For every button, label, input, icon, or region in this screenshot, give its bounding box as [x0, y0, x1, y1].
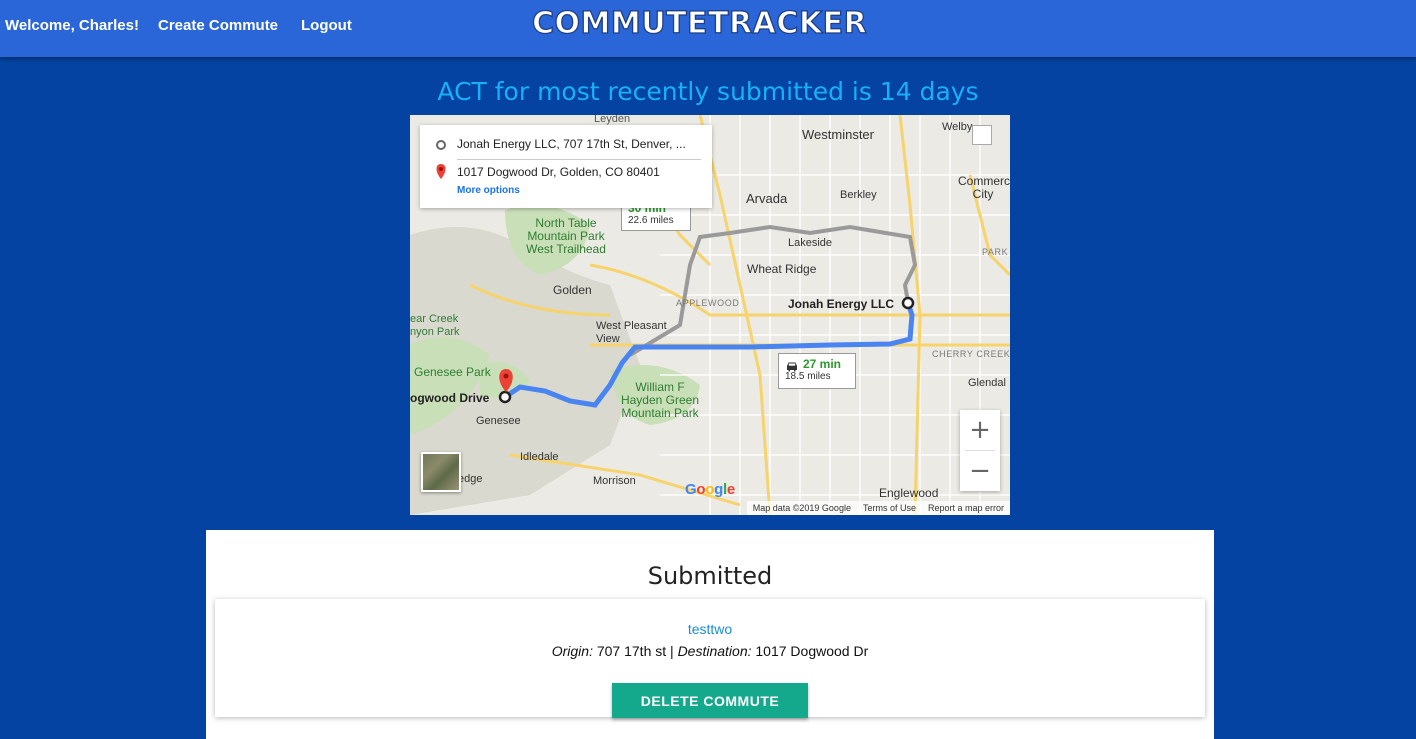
place-label: ear Creek nyon Park [410, 313, 460, 338]
map-data-text: Map data ©2019 Google [752, 503, 851, 513]
place-label: Glendal [968, 377, 1006, 389]
fullscreen-icon[interactable] [972, 125, 992, 145]
origin-circle-icon [436, 140, 446, 150]
place-label: APPLEWOOD [676, 298, 740, 308]
zoom-in-button[interactable]: + [960, 410, 1000, 450]
directions-panel: Jonah Energy LLC, 707 17th St, Denver, .… [420, 125, 712, 208]
satellite-toggle[interactable] [421, 452, 461, 492]
separator: | [670, 643, 674, 659]
place-label: Westminster [802, 127, 874, 142]
place-label: Lakeside [788, 237, 833, 249]
place-label: West Pleasant View [596, 320, 667, 345]
place-label: William F Hayden Green Mountain Park [620, 380, 700, 420]
submitted-title: Submitted [647, 562, 773, 590]
origin-value: 707 17th st [596, 643, 667, 659]
place-label: Englewood [879, 486, 939, 500]
place-label: edge [458, 473, 483, 485]
zoom-out-button[interactable]: − [960, 451, 1000, 491]
place-label: Arvada [746, 191, 788, 206]
place-label: Commerce City [958, 174, 1010, 201]
google-logo: Google [685, 481, 735, 498]
car-icon [785, 359, 799, 372]
destination-pin-icon [435, 163, 447, 185]
create-commute-link[interactable]: Create Commute [158, 17, 278, 34]
terms-link[interactable]: Terms of Use [863, 503, 916, 513]
main-route-time: 27 min [803, 357, 842, 371]
origin-label: Origin: [551, 643, 593, 659]
main-route-time-card[interactable]: 27 min 18.5 miles [778, 353, 856, 389]
place-label: North Table Mountain Park West Trailhead [526, 216, 606, 256]
report-error-link[interactable]: Report a map error [928, 503, 1004, 513]
divider [457, 159, 701, 160]
place-label: Berkley [840, 189, 877, 201]
commute-item: testtwo Origin: 707 17th st | Destinatio… [215, 599, 1205, 718]
destination-field[interactable]: 1017 Dogwood Dr, Golden, CO 80401 [457, 165, 660, 179]
origin-map-label: Jonah Energy LLC [788, 297, 895, 311]
place-label: Genesee Park [414, 365, 491, 379]
submitted-card: Submitted testtwo Origin: 707 17th st | … [206, 530, 1214, 739]
destination-label: Destination: [677, 643, 752, 659]
logout-link[interactable]: Logout [301, 17, 352, 34]
place-label: Genesee [476, 415, 521, 427]
origin-field[interactable]: Jonah Energy LLC, 707 17th St, Denver, .… [457, 137, 686, 151]
place-label: Idledale [520, 451, 559, 463]
zoom-controls: + − [960, 410, 1000, 491]
destination-map-label: ogwood Drive [410, 391, 490, 405]
route-map[interactable]: Leyden Westminster Welby Arvada Berkley … [410, 115, 1010, 515]
welcome-link[interactable]: Welcome, Charles! [5, 17, 139, 34]
main-route-distance: 18.5 miles [785, 371, 831, 382]
top-nav: Welcome, Charles! Create Commute Logout … [0, 0, 1416, 57]
alt-route-distance: 22.6 miles [628, 215, 674, 226]
map-footer: Map data ©2019 Google Terms of Use Repor… [746, 501, 1010, 515]
act-headline: ACT for most recently submitted is 14 da… [437, 77, 979, 106]
place-label: Leyden [594, 115, 631, 125]
place-label: Welby [942, 121, 973, 133]
delete-commute-button[interactable]: Delete Commute [612, 683, 808, 718]
place-label: Morrison [593, 475, 636, 487]
destination-value: 1017 Dogwood Dr [755, 643, 869, 659]
brand-logo[interactable]: CommuteTracker [531, 5, 867, 41]
commute-name-link[interactable]: testtwo [215, 621, 1205, 637]
place-label: CHERRY CREEK [932, 349, 1010, 359]
commute-route-text: Origin: 707 17th st | Destination: 1017 … [215, 643, 1205, 659]
place-label: PARK [982, 247, 1009, 257]
place-label: Wheat Ridge [747, 262, 817, 276]
more-options-link[interactable]: More options [457, 185, 520, 196]
place-label: Golden [553, 283, 592, 297]
